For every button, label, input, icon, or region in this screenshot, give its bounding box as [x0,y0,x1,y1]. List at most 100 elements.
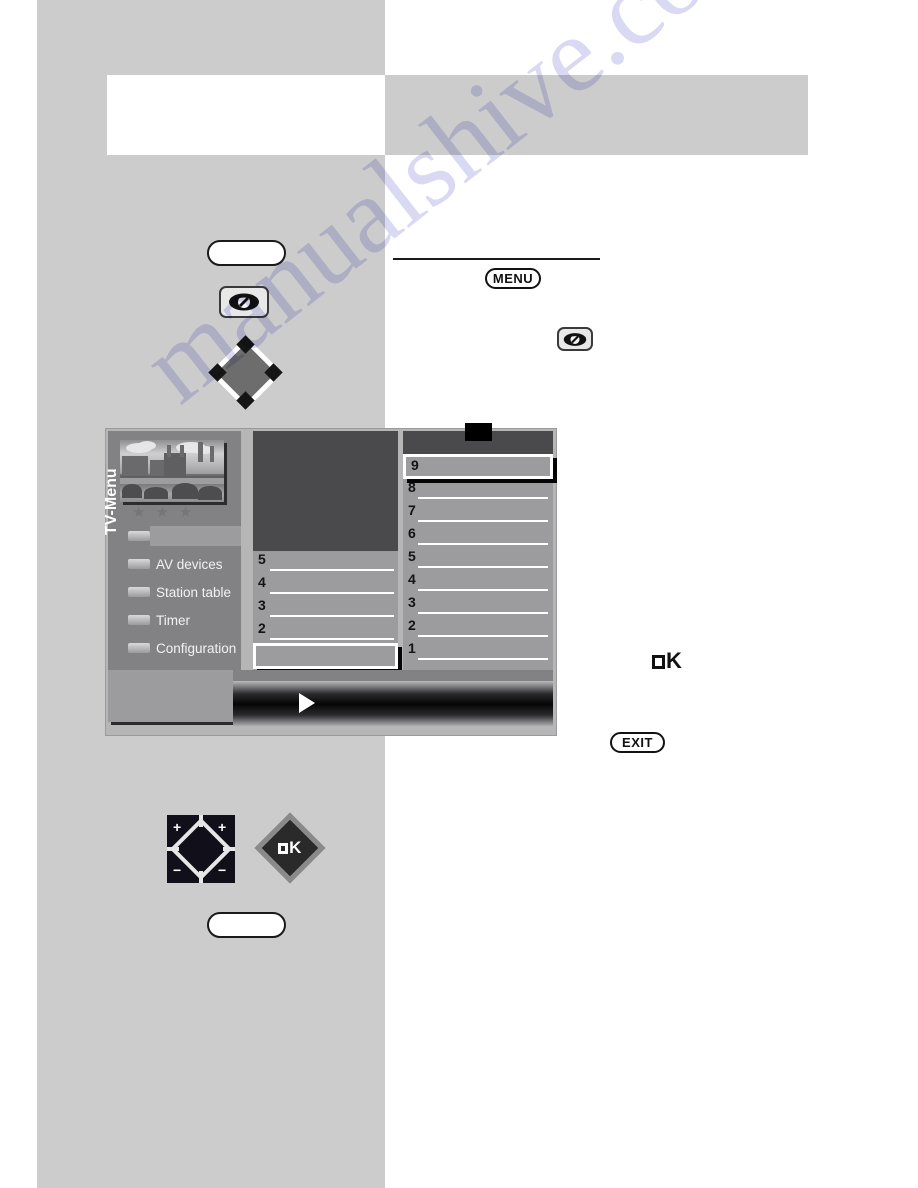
osd-bullet-icon [128,615,150,625]
osd-menu-item-timer[interactable]: Timer [128,606,241,634]
photo-tower [180,445,184,457]
osd-bottom-spacer [233,670,553,681]
photo-bush [144,487,168,499]
osd-bullet-icon [128,587,150,597]
pad-plus-right: + [218,819,227,835]
osd-vertical-title: TV-Menu [103,468,120,535]
osd-right-row[interactable]: 3 [403,594,553,617]
play-arrow-icon [299,693,315,713]
eye-glyph-icon [229,293,259,311]
osd-right-row[interactable]: 2 [403,617,553,640]
osd-menu-item-configuration[interactable]: Configuration [128,634,241,662]
osd-rating-stars: ★ ★ ★ [132,505,212,520]
osd-menu-item-blank-field [150,526,241,546]
ok-diamond-label: K [258,816,322,880]
ok-diamond-button[interactable]: K [254,812,326,884]
osd-right-column: 9 8 7 6 5 4 3 2 1 [403,423,553,681]
osd-middle-row[interactable]: 4 [253,574,398,597]
photo-tower [198,442,203,462]
eye-button-icon-small[interactable] [557,327,593,351]
tv-osd-screenshot: ★ ★ ★ TV-Menu AV devices Station table T… [103,423,557,736]
osd-right-row[interactable]: 5 [403,548,553,571]
osd-row-underline [270,592,394,594]
menu-button[interactable]: MENU [485,268,541,289]
osd-bullet-icon [128,531,150,541]
horizontal-rule [393,258,600,260]
osd-menu-item-label: Configuration [156,640,237,656]
osd-menu-item-label: AV devices [156,556,223,572]
osd-row-number: 7 [408,502,416,518]
white-title-notch [107,75,385,155]
osd-menu-item-station-table[interactable]: Station table [128,578,241,606]
osd-right-rows: 9 8 7 6 5 4 3 2 1 [403,454,553,663]
page-root: MENU K EXIT + + − − K ★ ★ ★ TV-Menu AV d… [0,0,918,1188]
osd-row-number: 6 [408,525,416,541]
osd-bullet-icon [128,559,150,569]
osd-middle-header [253,431,398,551]
osd-row-underline [418,589,548,591]
osd-menu-item-av-devices[interactable]: AV devices [128,550,241,578]
eye-button-icon[interactable] [219,286,269,318]
osd-middle-row-selected[interactable] [253,643,398,669]
volume-program-pad-icon[interactable]: + + − − [167,815,235,883]
osd-row-underline [418,520,548,522]
eye-glyph-icon-small [563,332,587,346]
photo-tower [210,446,214,462]
ok-square-glyph [652,655,665,669]
pad-minus-left: − [173,862,182,878]
photo-building [150,460,164,476]
osd-row-number: 3 [408,594,416,610]
osd-right-row-selected[interactable]: 9 [403,454,553,479]
exit-button[interactable]: EXIT [610,732,665,753]
navigation-diamond-icon[interactable] [208,335,283,410]
osd-right-row[interactable]: 1 [403,640,553,663]
osd-row-underline [270,569,394,571]
osd-row-underline [418,497,548,499]
osd-right-row[interactable]: 8 [403,479,553,502]
osd-row-underline [418,635,548,637]
ok-diamond-square-glyph [278,842,289,854]
osd-left-panel: ★ ★ ★ TV-Menu AV devices Station table T… [103,431,241,722]
osd-right-row[interactable]: 4 [403,571,553,594]
osd-right-tab-marker [465,423,492,441]
osd-middle-rows: 5 4 3 2 [253,551,398,669]
osd-row-number: 4 [408,571,416,587]
ok-key-label[interactable]: K [652,648,682,674]
photo-building [122,456,148,476]
osd-menu-list: AV devices Station table Timer Configura… [128,522,241,662]
osd-left-info-box [108,670,233,722]
pad-minus-right: − [218,862,227,878]
blank-oval-key-bottom[interactable] [207,912,286,938]
osd-row-number: 4 [258,574,266,590]
osd-inner: ★ ★ ★ TV-Menu AV devices Station table T… [103,423,556,735]
photo-bush [172,483,198,499]
osd-menu-item-selected[interactable] [128,522,241,550]
star-icon: ★ [178,504,193,521]
osd-middle-row[interactable]: 3 [253,597,398,620]
osd-row-underline [270,638,394,640]
osd-row-number: 5 [258,551,266,567]
osd-row-number: 1 [408,640,416,656]
osd-preview-photo [120,440,224,502]
photo-road [120,478,224,484]
osd-middle-row[interactable]: 2 [253,620,398,643]
osd-row-underline [270,615,394,617]
top-gray-banner [385,75,808,155]
osd-row-underline [418,658,548,660]
osd-row-number: 9 [411,457,419,473]
photo-tower [167,445,171,457]
star-icon: ★ [132,504,146,521]
osd-row-underline [418,566,548,568]
osd-bottom-bar [233,681,553,727]
osd-row-underline [418,543,548,545]
pad-plus-left: + [173,819,182,835]
osd-row-number: 5 [408,548,416,564]
osd-right-row[interactable]: 7 [403,502,553,525]
osd-right-row[interactable]: 6 [403,525,553,548]
blank-oval-key-top[interactable] [207,240,286,266]
photo-bush [122,484,142,498]
osd-middle-row[interactable]: 5 [253,551,398,574]
ok-diamond-letter-k: K [289,838,302,857]
osd-row-number: 2 [408,617,416,633]
osd-row-underline [418,612,548,614]
